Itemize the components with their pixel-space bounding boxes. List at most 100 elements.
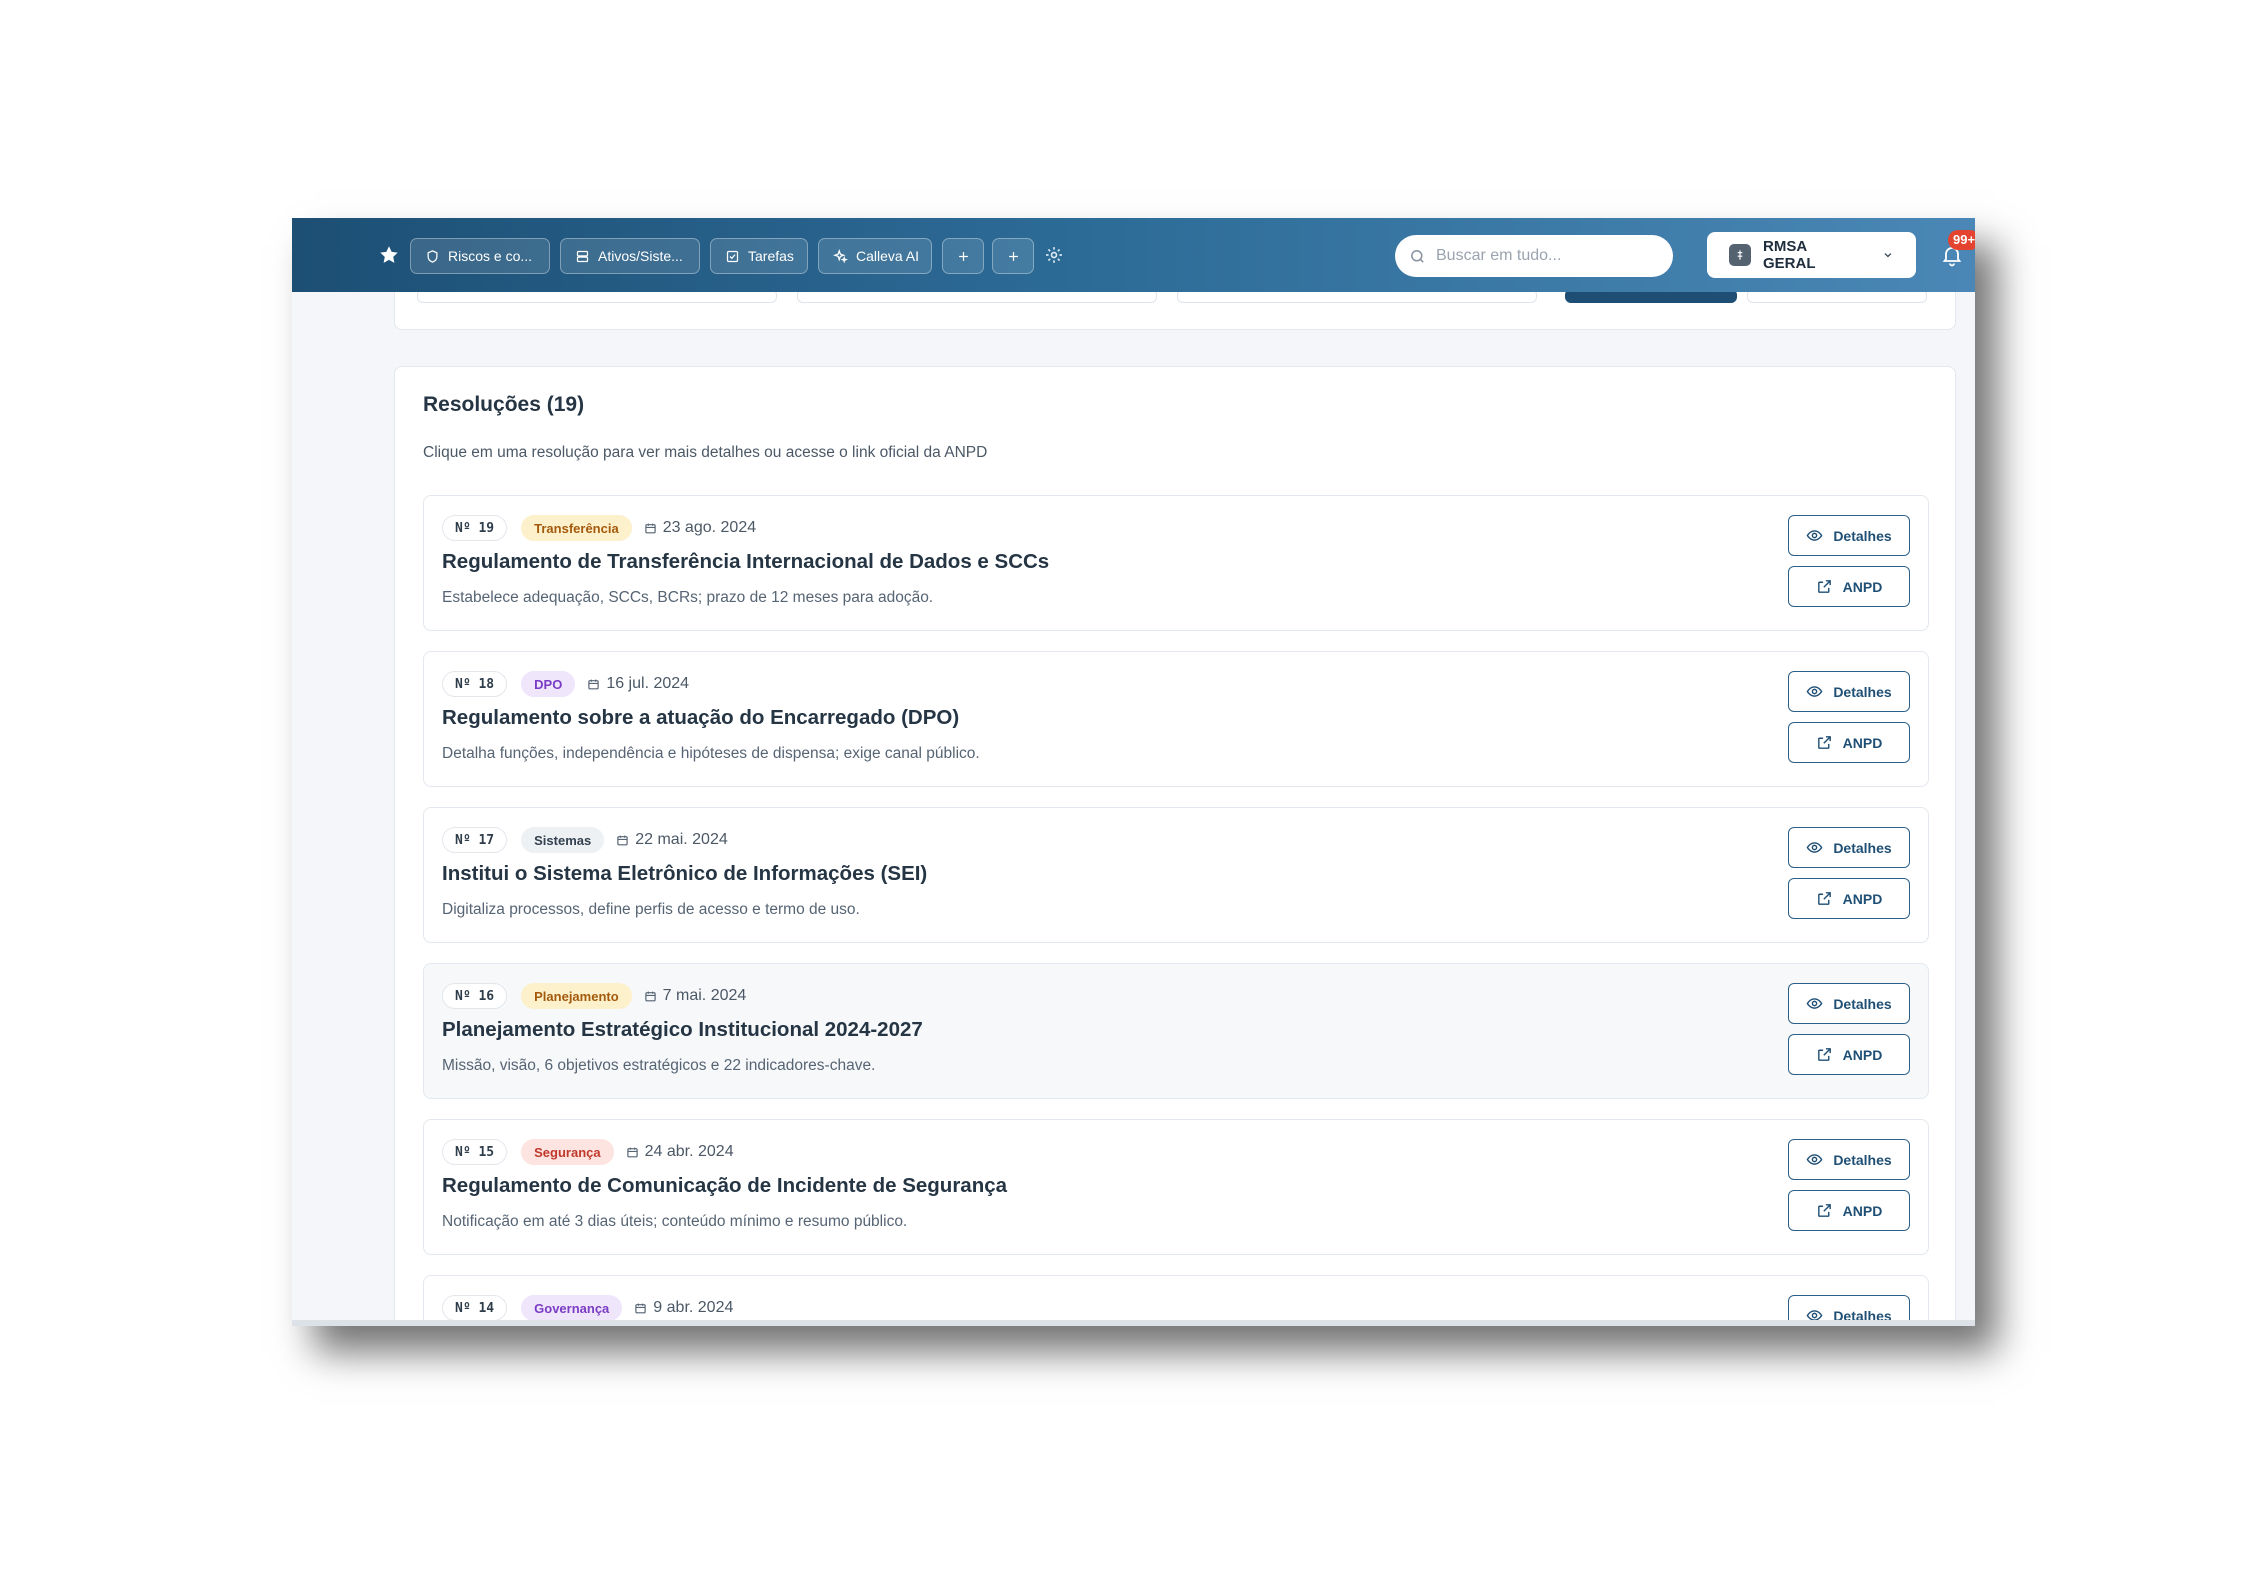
- anpd-link-button[interactable]: ANPD: [1788, 1034, 1910, 1075]
- tab-calleva-ai[interactable]: Calleva AI: [818, 238, 932, 274]
- plus-icon: [1008, 251, 1018, 261]
- resolution-date: 16 jul. 2024: [587, 675, 689, 693]
- category-tag: Governança: [521, 1295, 623, 1321]
- external-link-icon: [1817, 736, 1831, 749]
- resolution-meta: Nº 17 Sistemas 22 mai. 2024: [442, 826, 728, 854]
- org-selector[interactable]: RMSA GERAL: [1707, 232, 1916, 278]
- date-text: 23 ago. 2024: [662, 519, 757, 536]
- anpd-label: ANPD: [1842, 734, 1883, 751]
- shield-icon: [427, 249, 438, 263]
- add-shortcut-button[interactable]: [992, 238, 1034, 274]
- star-icon[interactable]: [378, 244, 400, 266]
- details-button[interactable]: Detalhes: [1788, 983, 1910, 1024]
- anpd-label: ANPD: [1842, 1046, 1883, 1063]
- date-text: 22 mai. 2024: [635, 831, 728, 848]
- resolution-number: Nº 16: [442, 983, 508, 1009]
- anpd-link-button[interactable]: ANPD: [1788, 722, 1910, 763]
- resolution-date: 22 mai. 2024: [616, 831, 728, 849]
- checkbox-icon: [726, 250, 739, 262]
- tab-riscos[interactable]: Riscos e co...: [410, 238, 550, 274]
- category-tag: DPO: [521, 671, 576, 697]
- eye-icon: [1806, 998, 1823, 1009]
- anpd-label: ANPD: [1842, 578, 1883, 595]
- external-link-icon: [1817, 580, 1831, 593]
- resolution-number: Nº 18: [442, 671, 508, 697]
- anpd-link-button[interactable]: ANPD: [1788, 1190, 1910, 1231]
- resolution-meta: Nº 15 Segurança 24 abr. 2024: [442, 1138, 734, 1166]
- calendar-icon: [626, 1147, 638, 1157]
- resolution-description: Detalha funções, independência e hipótes…: [442, 745, 980, 762]
- details-button[interactable]: Detalhes: [1788, 1139, 1910, 1180]
- anpd-link-button[interactable]: ANPD: [1788, 566, 1910, 607]
- add-tab-button[interactable]: [942, 238, 984, 274]
- resolution-meta: Nº 19 Transferência 23 ago. 2024: [442, 514, 756, 542]
- gear-icon[interactable]: [1044, 245, 1064, 265]
- details-label: Detalhes: [1833, 527, 1892, 544]
- search-input[interactable]: [1436, 247, 1656, 265]
- calendar-icon: [617, 835, 628, 845]
- resolution-item[interactable]: Nº 17 Sistemas 22 mai. 2024 Institui o S…: [423, 807, 1929, 943]
- category-tag: Transferência: [521, 515, 632, 541]
- tab-label: Tarefas: [748, 248, 794, 264]
- details-label: Detalhes: [1833, 683, 1892, 700]
- resolution-date: 24 abr. 2024: [626, 1143, 734, 1161]
- resolution-item[interactable]: Nº 16 Planejamento 7 mai. 2024 Planejame…: [423, 963, 1929, 1099]
- resolution-item[interactable]: Nº 15 Segurança 24 abr. 2024 Regulamento…: [423, 1119, 1929, 1255]
- global-search[interactable]: [1395, 235, 1673, 277]
- calendar-icon: [644, 991, 656, 1001]
- resolution-description: Estabelece adequação, SCCs, BCRs; prazo …: [442, 589, 934, 606]
- calendar-icon: [635, 1303, 646, 1313]
- external-link-icon: [1817, 1204, 1831, 1217]
- resolution-number: Nº 17: [442, 827, 508, 853]
- search-icon: [1411, 249, 1424, 263]
- date-text: 16 jul. 2024: [606, 675, 690, 692]
- resolution-number: Nº 15: [442, 1139, 508, 1165]
- resolution-date: 7 mai. 2024: [644, 987, 747, 1005]
- details-button[interactable]: Detalhes: [1788, 515, 1910, 556]
- resolutions-title: Resoluções (19): [423, 393, 585, 416]
- eye-icon: [1806, 842, 1823, 853]
- building-icon: [1737, 250, 1743, 260]
- resolution-item[interactable]: Nº 18 DPO 16 jul. 2024 Regulamento sobre…: [423, 651, 1929, 787]
- server-icon: [576, 250, 589, 262]
- resolutions-subtitle: Clique em uma resolução para ver mais de…: [423, 444, 988, 461]
- top-nav-bar: Riscos e co... Ativos/Siste... Tarefas C…: [292, 218, 1975, 292]
- calendar-icon: [588, 679, 600, 689]
- details-button[interactable]: Detalhes: [1788, 827, 1910, 868]
- details-label: Detalhes: [1833, 1151, 1892, 1168]
- resolution-date: 9 abr. 2024: [634, 1299, 733, 1317]
- org-name: RMSA GERAL: [1763, 238, 1816, 272]
- resolution-meta: Nº 16 Planejamento 7 mai. 2024: [442, 982, 746, 1010]
- sparkles-icon: [833, 248, 848, 263]
- resolution-title: Planejamento Estratégico Institucional 2…: [442, 1018, 923, 1041]
- resolution-description: Digitaliza processos, define perfis de a…: [442, 901, 860, 918]
- date-text: 9 abr. 2024: [653, 1299, 734, 1316]
- category-tag: Segurança: [521, 1139, 614, 1165]
- resolution-number: Nº 19: [442, 515, 508, 541]
- details-label: Detalhes: [1833, 839, 1892, 856]
- eye-icon: [1806, 530, 1823, 541]
- tab-ativos[interactable]: Ativos/Siste...: [560, 238, 700, 274]
- resolution-item[interactable]: Nº 19 Transferência 23 ago. 2024 Regulam…: [423, 495, 1929, 631]
- tab-label: Ativos/Siste...: [598, 248, 683, 264]
- org-avatar: [1729, 244, 1751, 266]
- details-button[interactable]: Detalhes: [1788, 671, 1910, 712]
- eye-icon: [1806, 1154, 1823, 1165]
- resolution-date: 23 ago. 2024: [644, 519, 756, 537]
- category-tag: Planejamento: [521, 983, 632, 1009]
- resolutions-card: Resoluções (19) Clique em uma resolução …: [394, 366, 1956, 1326]
- resolution-title: Regulamento sobre a atuação do Encarrega…: [442, 706, 960, 729]
- resolution-item[interactable]: Nº 14 Governança 9 abr. 2024 Detalhes AN…: [423, 1275, 1929, 1326]
- resolution-description: Notificação em até 3 dias úteis; conteúd…: [442, 1213, 908, 1230]
- app-window: Riscos e co... Ativos/Siste... Tarefas C…: [292, 218, 1975, 1326]
- tab-tarefas[interactable]: Tarefas: [710, 238, 808, 274]
- resolution-title: Institui o Sistema Eletrônico de Informa…: [442, 862, 928, 885]
- date-text: 7 mai. 2024: [662, 987, 747, 1004]
- window-bottom-edge: [292, 1320, 1975, 1326]
- eye-icon: [1806, 686, 1823, 697]
- resolution-number: Nº 14: [442, 1295, 508, 1321]
- external-link-icon: [1817, 892, 1831, 905]
- anpd-link-button[interactable]: ANPD: [1788, 878, 1910, 919]
- calendar-icon: [644, 523, 656, 533]
- details-label: Detalhes: [1833, 995, 1892, 1012]
